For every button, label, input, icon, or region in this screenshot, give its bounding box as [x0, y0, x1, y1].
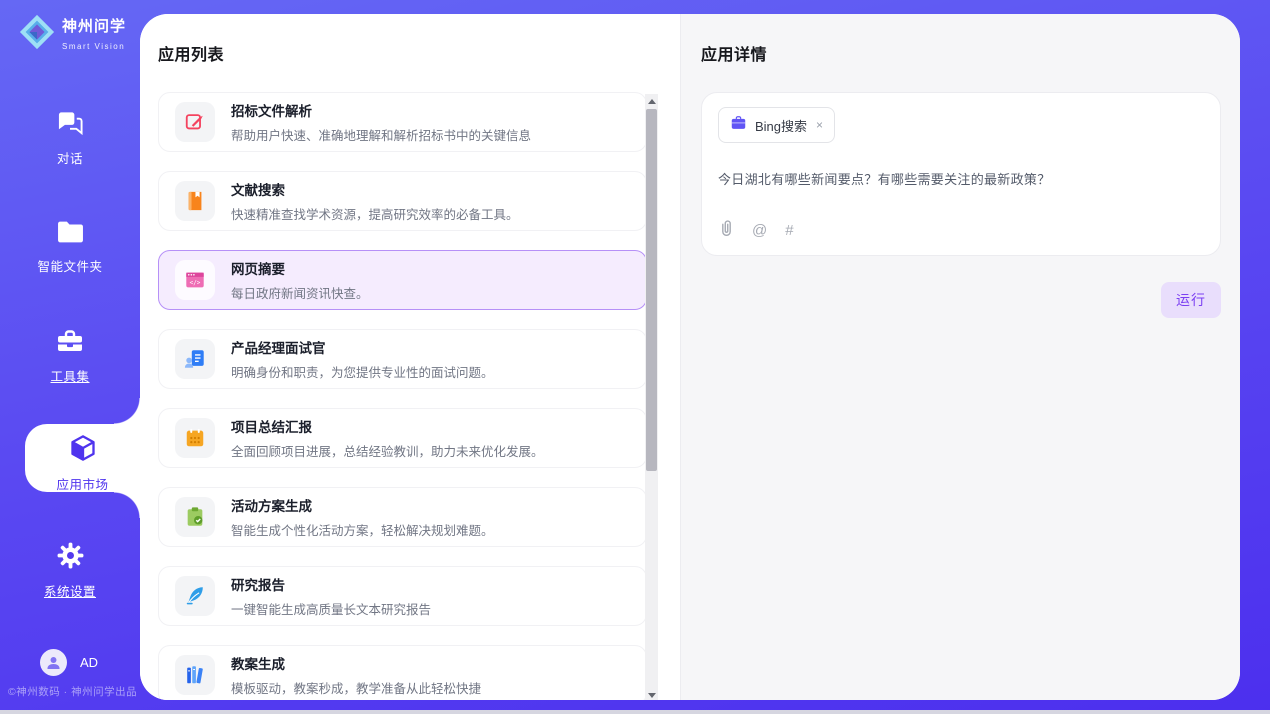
- app-card-literature-search[interactable]: 文献搜索 快速精准查找学术资源，提高研究效率的必备工具。: [158, 171, 647, 231]
- person-icon: [45, 654, 62, 671]
- app-name: 活动方案生成: [231, 495, 494, 515]
- svg-text:</>: </>: [190, 279, 201, 286]
- app-name: 产品经理面试官: [231, 337, 494, 357]
- sidebar-item-app-market[interactable]: 应用市场: [25, 424, 140, 492]
- app-name: 招标文件解析: [231, 100, 531, 120]
- scroll-up-icon[interactable]: [645, 94, 658, 108]
- sidebar-item-settings[interactable]: 系统设置: [0, 542, 140, 600]
- app-description: 智能生成个性化活动方案，轻松解决规划难题。: [231, 520, 494, 539]
- app-card-event-plan[interactable]: 活动方案生成 智能生成个性化活动方案，轻松解决规划难题。: [158, 487, 647, 547]
- sidebar-item-chat[interactable]: 对话: [0, 110, 140, 167]
- app-card-lesson-plan[interactable]: 教案生成 模板驱动，教案秒成，教学准备从此轻松快捷: [158, 645, 647, 700]
- app-card-web-summary[interactable]: </> 网页摘要 每日政府新闻资讯快查。: [158, 250, 647, 310]
- app-name: 研究报告: [231, 574, 431, 594]
- app-description: 快速精准查找学术资源，提高研究效率的必备工具。: [231, 204, 519, 223]
- app-list: 招标文件解析 帮助用户快速、准确地理解和解析招标书中的关键信息 文献搜索 快速精…: [158, 92, 647, 700]
- app-description: 明确身份和职责，为您提供专业性的面试问题。: [231, 362, 494, 381]
- briefcase-icon: [730, 115, 747, 135]
- sidebar-item-label: 系统设置: [0, 581, 140, 600]
- app-card-research-report[interactable]: 研究报告 一键智能生成高质量长文本研究报告: [158, 566, 647, 626]
- sidebar-item-toolset[interactable]: 工具集: [0, 328, 140, 385]
- copyright-text: ©神州数码 · 神州问学出品: [8, 684, 137, 699]
- app-card-bid-parsing[interactable]: 招标文件解析 帮助用户快速、准确地理解和解析招标书中的关键信息: [158, 92, 647, 152]
- avatar: [40, 649, 67, 676]
- sidebar: 神州问学 Smart Vision 对话 智能文件夹 工具: [0, 0, 140, 714]
- chip-close-icon[interactable]: ×: [816, 118, 823, 132]
- app-description: 一键智能生成高质量长文本研究报告: [231, 599, 431, 618]
- hashtag-icon[interactable]: #: [785, 222, 793, 239]
- sidebar-item-label: 智能文件夹: [0, 256, 140, 275]
- app-card-project-summary[interactable]: 项目总结汇报 全面回顾项目进展，总结经验教训，助力未来优化发展。: [158, 408, 647, 468]
- run-button[interactable]: 运行: [1161, 282, 1221, 318]
- gear-icon: [57, 542, 84, 569]
- list-scrollbar[interactable]: [645, 94, 658, 700]
- sidebar-item-label: 工具集: [0, 366, 140, 385]
- sidebar-item-smart-folder[interactable]: 智能文件夹: [0, 220, 140, 275]
- clipboard-check-icon: [175, 497, 215, 537]
- app-detail-title: 应用详情: [701, 41, 1221, 65]
- app-list-panel: 应用列表 招标文件解析 帮助用户快速、准确地理解和解析招标书中的关键信息: [140, 14, 680, 700]
- toolbox-icon: [56, 328, 84, 355]
- pen-square-icon: [175, 102, 215, 142]
- app-name: 网页摘要: [231, 258, 369, 278]
- app-list-title: 应用列表: [158, 41, 680, 65]
- cube-icon: [69, 434, 97, 461]
- user-label: AD: [80, 655, 98, 670]
- brand-subtitle: Smart Vision: [62, 42, 125, 51]
- attachment-icon[interactable]: [719, 219, 734, 242]
- tool-chip-bing-search[interactable]: Bing搜索 ×: [718, 107, 835, 143]
- app-description: 全面回顾项目进展，总结经验教训，助力未来优化发展。: [231, 441, 544, 460]
- books-icon: [175, 655, 215, 695]
- mention-icon[interactable]: @: [752, 222, 767, 239]
- app-description: 模板驱动，教案秒成，教学准备从此轻松快捷: [231, 678, 481, 697]
- app-name: 教案生成: [231, 653, 481, 673]
- window-bottom-edge: [0, 710, 1270, 714]
- app-name: 文献搜索: [231, 179, 519, 199]
- interview-doc-icon: [175, 339, 215, 379]
- diamond-logo-icon: [18, 13, 56, 56]
- sidebar-item-label: 对话: [0, 148, 140, 167]
- app-name: 项目总结汇报: [231, 416, 544, 436]
- app-description: 帮助用户快速、准确地理解和解析招标书中的关键信息: [231, 125, 531, 144]
- prompt-text[interactable]: 今日湖北有哪些新闻要点？有哪些需要关注的最新政策？: [718, 169, 1204, 188]
- calendar-icon: [175, 418, 215, 458]
- chat-icon: [57, 110, 84, 137]
- run-row: 运行: [701, 282, 1221, 318]
- scroll-down-icon[interactable]: [645, 688, 658, 700]
- book-icon: [175, 181, 215, 221]
- app-description: 每日政府新闻资讯快查。: [231, 283, 369, 302]
- browser-code-icon: </>: [175, 260, 215, 300]
- folder-icon: [57, 220, 84, 247]
- user-account[interactable]: AD: [40, 649, 98, 676]
- tool-chip-label: Bing搜索: [755, 116, 807, 135]
- input-toolbar: @ #: [719, 219, 794, 242]
- scrollbar-thumb[interactable]: [646, 109, 657, 471]
- app-card-pm-interviewer[interactable]: 产品经理面试官 明确身份和职责，为您提供专业性的面试问题。: [158, 329, 647, 389]
- brand-logo: 神州问学 Smart Vision: [18, 13, 140, 56]
- app-detail-panel: 应用详情 Bing搜索 × 今日湖北有哪些新闻要点？有哪些需要关注的最新政策？: [680, 14, 1240, 700]
- prompt-card: Bing搜索 × 今日湖北有哪些新闻要点？有哪些需要关注的最新政策？ @ #: [701, 92, 1221, 256]
- brand-name: 神州问学: [62, 18, 126, 35]
- sidebar-item-label: 应用市场: [25, 474, 140, 493]
- main-content: 应用列表 招标文件解析 帮助用户快速、准确地理解和解析招标书中的关键信息: [140, 14, 1240, 700]
- quill-icon: [175, 576, 215, 616]
